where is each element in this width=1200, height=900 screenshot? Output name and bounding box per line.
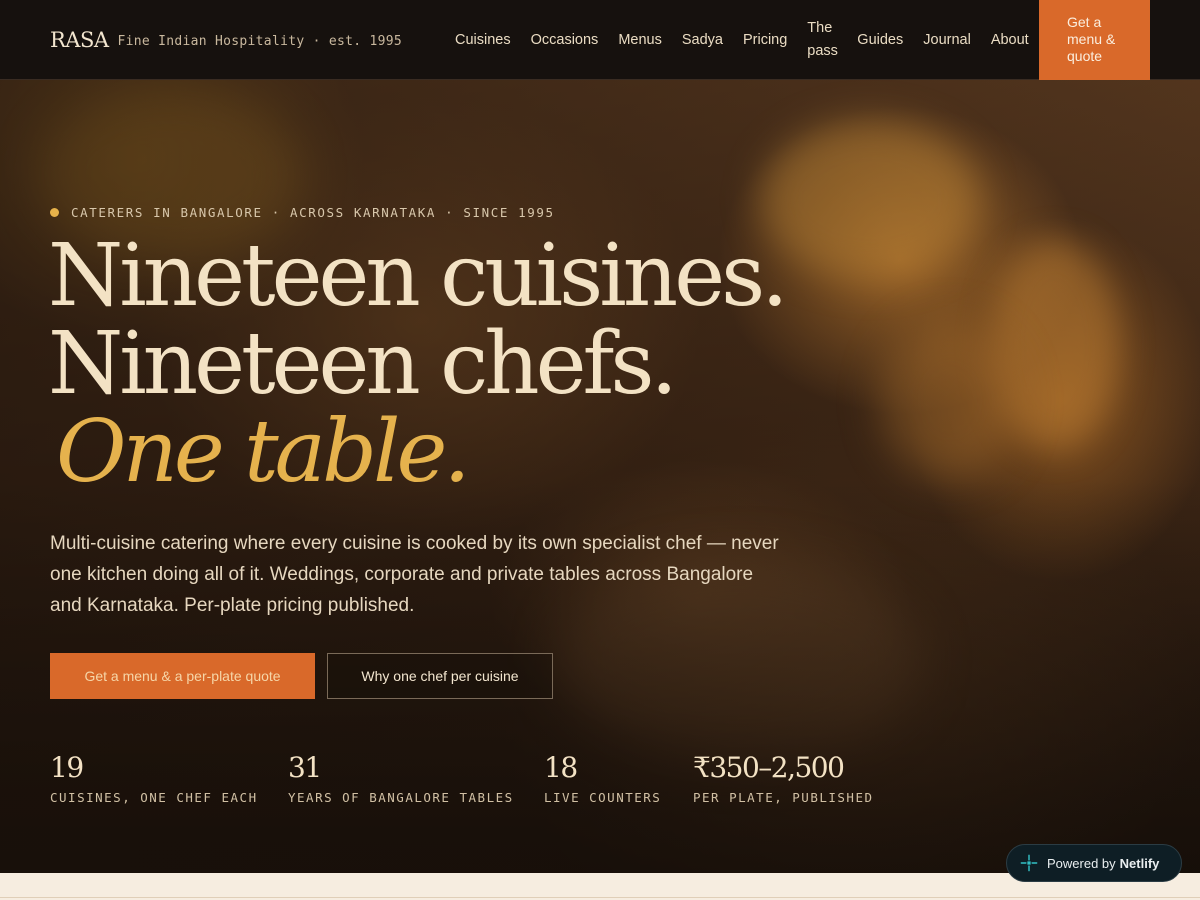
headline-line-1: Nineteen cuisines. [48,226,789,326]
stat-label: YEARS OF BANGALORE TABLES [288,790,514,805]
netlify-icon [1020,854,1038,872]
stat-value: 31 [288,751,322,784]
nav-item-the-pass[interactable]: The pass [807,17,838,63]
stat-live-counters: 18 LIVE COUNTERS [544,751,662,806]
nav-item-menus[interactable]: Menus [618,29,662,52]
headline-accent: One table. [56,402,471,502]
nav-item-pricing[interactable]: Pricing [743,29,787,52]
stat-cuisines: 19 CUISINES, ONE CHEF EACH [50,751,258,806]
powered-by-netlify-badge[interactable]: Powered by Netlify [1006,844,1182,882]
badge-prefix: Powered by [1047,855,1116,871]
hero-headline: Nineteen cuisines. Nineteen chefs. One t… [48,226,789,502]
stat-value: 18 [544,751,578,784]
get-quote-button[interactable]: Get a menu & a per-plate quote [50,653,315,699]
hero-eyebrow-text: CATERERS IN BANGALORE · ACROSS KARNATAKA… [71,205,555,220]
stat-value: ₹350–2,500 [693,751,845,784]
top-navigation-bar: RASA Fine Indian Hospitality · est. 1995… [0,0,1200,80]
main-nav: Cuisines Occasions Menus Sadya Pricing T… [445,0,1039,80]
get-quote-nav-button[interactable]: Get a menu & quote [1039,0,1150,80]
nav-item-guides[interactable]: Guides [857,29,903,52]
stat-label: CUISINES, ONE CHEF EACH [50,790,258,805]
hero-eyebrow: CATERERS IN BANGALORE · ACROSS KARNATAKA… [50,205,555,220]
stat-value: 19 [50,751,84,784]
nav-item-journal[interactable]: Journal [923,29,971,52]
brand-tagline: Fine Indian Hospitality · est. 1995 [117,33,402,49]
section-divider [0,897,1200,898]
hero-description: Multi-cuisine catering where every cuisi… [50,533,779,616]
badge-brand: Netlify [1119,855,1160,871]
nav-item-occasions[interactable]: Occasions [531,29,599,52]
nav-item-about[interactable]: About [991,29,1029,52]
headline-line-2: Nineteen chefs. [48,314,678,414]
status-dot-icon [50,208,59,217]
stat-per-plate: ₹350–2,500 PER PLATE, PUBLISHED [693,751,874,806]
brand-logo[interactable]: RASA [50,28,109,52]
nav-item-sadya[interactable]: Sadya [682,29,723,52]
stat-years: 31 YEARS OF BANGALORE TABLES [288,751,514,806]
stat-label: LIVE COUNTERS [544,790,662,805]
nav-item-cuisines[interactable]: Cuisines [455,29,511,52]
why-one-chef-button[interactable]: Why one chef per cuisine [327,653,553,699]
stat-label: PER PLATE, PUBLISHED [693,790,874,805]
